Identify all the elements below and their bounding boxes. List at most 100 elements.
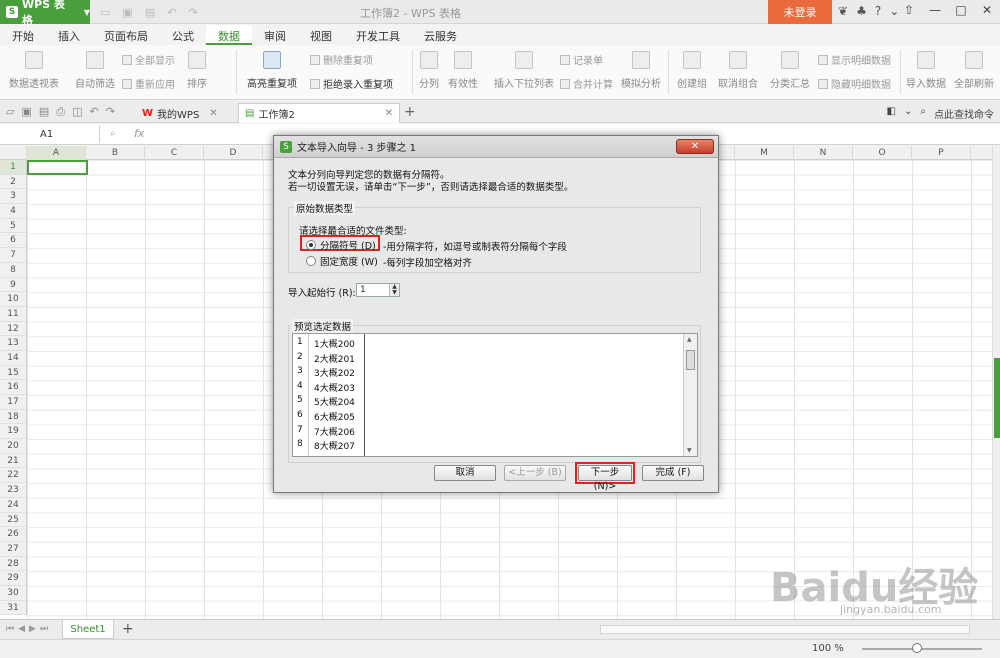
- redo-icon[interactable]: ↷: [188, 6, 197, 19]
- zoom-slider[interactable]: [862, 648, 982, 650]
- d-icon[interactable]: ◧: [887, 106, 896, 121]
- ungroup-button[interactable]: 取消组合: [714, 45, 762, 90]
- app-menu-button[interactable]: S WPS 表格 ▼: [0, 0, 90, 27]
- row-header[interactable]: 5: [0, 219, 26, 234]
- row-header[interactable]: 8: [0, 263, 26, 278]
- vertical-scrollbar[interactable]: [992, 146, 1000, 619]
- reject-duplicates-button[interactable]: 拒绝录入重复项: [310, 76, 393, 91]
- chevron-down-icon[interactable]: ⌄: [904, 106, 912, 121]
- tab-start[interactable]: 开始: [0, 25, 46, 45]
- tab-my-wps[interactable]: W 我的WPS ✕: [136, 103, 224, 123]
- column-header[interactable]: D: [204, 146, 263, 160]
- minimize-icon[interactable]: —: [922, 3, 948, 17]
- row-header[interactable]: 28: [0, 557, 26, 572]
- preview-scroll-thumb[interactable]: [686, 350, 695, 370]
- next-sheet-icon[interactable]: ▶: [29, 624, 36, 634]
- save-icon[interactable]: ▣: [122, 6, 132, 19]
- shirt-icon[interactable]: ♣: [856, 4, 867, 18]
- name-box[interactable]: A1: [0, 125, 100, 143]
- row-header[interactable]: 16: [0, 380, 26, 395]
- cancel-button[interactable]: 取消: [434, 465, 496, 481]
- records-button[interactable]: 记录单: [560, 52, 603, 67]
- preview-area[interactable]: 1 1大概200 2 2大概201 3 3大概202 4 4大概203 5 5大概204 6 6大概2…: [292, 333, 698, 457]
- delete-duplicates-button[interactable]: 删除重复项: [310, 52, 373, 67]
- row-header[interactable]: 9: [0, 278, 26, 293]
- row-header[interactable]: 29: [0, 571, 26, 586]
- spinner-arrows-icon[interactable]: ▲ ▼: [389, 284, 399, 296]
- zoom-slider-handle[interactable]: [912, 643, 922, 653]
- tab-cloud[interactable]: 云服务: [412, 25, 469, 45]
- add-tab-icon[interactable]: +: [404, 104, 416, 120]
- row-header[interactable]: 2: [0, 175, 26, 190]
- pivot-table-button[interactable]: 数据透视表: [6, 45, 62, 90]
- column-header[interactable]: P: [912, 146, 971, 160]
- tab-workbook[interactable]: ▤ 工作簿2 ✕: [238, 103, 400, 123]
- column-header[interactable]: C: [145, 146, 204, 160]
- row-header[interactable]: 22: [0, 468, 26, 484]
- refresh-all-button[interactable]: 全部刷新: [952, 45, 996, 90]
- add-sheet-icon[interactable]: +: [122, 621, 134, 637]
- row-header[interactable]: 10: [0, 292, 26, 307]
- print-preview-icon[interactable]: ◫: [72, 105, 82, 119]
- preview-column-divider[interactable]: [364, 334, 365, 456]
- select-all-corner[interactable]: [0, 146, 27, 160]
- row-header[interactable]: 18: [0, 410, 26, 425]
- close-icon[interactable]: ✕: [385, 108, 393, 119]
- radio-unselected-icon[interactable]: [306, 256, 316, 266]
- row-header[interactable]: 6: [0, 233, 26, 249]
- finish-button[interactable]: 完成 (F): [642, 465, 704, 481]
- prev-sheet-icon[interactable]: ◀: [18, 624, 25, 634]
- dialog-close-button[interactable]: ✕: [676, 139, 714, 154]
- radio-delimited[interactable]: 分隔符号 (D): [306, 238, 376, 252]
- command-search[interactable]: ◧ ⌄ ⌕ 点此查找命令: [887, 106, 994, 121]
- tab-developer[interactable]: 开发工具: [344, 25, 412, 45]
- scroll-down-icon[interactable]: ▼: [687, 447, 692, 454]
- tab-page-layout[interactable]: 页面布局: [92, 25, 160, 45]
- sort-button[interactable]: 排序: [184, 45, 210, 90]
- show-all-button[interactable]: 全部显示: [122, 52, 175, 67]
- row-header[interactable]: 30: [0, 586, 26, 601]
- column-header[interactable]: A: [27, 146, 86, 160]
- help-icon[interactable]: ?: [875, 4, 881, 18]
- side-panel-handle[interactable]: [994, 358, 1000, 438]
- first-sheet-icon[interactable]: ⏮: [6, 624, 14, 634]
- simulate-button[interactable]: 模拟分析: [620, 45, 662, 90]
- highlight-duplicates-button[interactable]: 高亮重复项: [244, 45, 300, 90]
- sheet-tab[interactable]: Sheet1: [62, 620, 114, 639]
- row-header[interactable]: 14: [0, 351, 26, 366]
- column-header[interactable]: M: [735, 146, 794, 160]
- radio-selected-icon[interactable]: [306, 240, 316, 250]
- row-header[interactable]: 20: [0, 439, 26, 454]
- row-header[interactable]: 11: [0, 307, 26, 322]
- fx-icon[interactable]: fx: [134, 127, 144, 140]
- row-header[interactable]: 13: [0, 336, 26, 351]
- restore-ribbon-icon[interactable]: ⇧: [896, 3, 922, 17]
- redo-icon[interactable]: ↷: [106, 105, 115, 119]
- save-icon[interactable]: ▣: [21, 105, 31, 119]
- row-header[interactable]: 3: [0, 189, 26, 205]
- export-pdf-icon[interactable]: ▤: [39, 105, 49, 119]
- start-row-spinner[interactable]: 1 ▲ ▼: [356, 283, 400, 297]
- reapply-button[interactable]: 重新应用: [122, 76, 175, 91]
- row-header[interactable]: 24: [0, 498, 26, 513]
- tab-view[interactable]: 视图: [298, 25, 344, 45]
- next-button[interactable]: 下一步 (N)>: [578, 465, 632, 492]
- split-button[interactable]: 分列: [418, 45, 440, 90]
- skin-icon[interactable]: ❦: [838, 4, 848, 18]
- print-icon[interactable]: ▤: [145, 6, 155, 19]
- column-header[interactable]: B: [86, 146, 145, 160]
- row-header[interactable]: 25: [0, 513, 26, 528]
- print-icon[interactable]: ⎙: [56, 105, 65, 119]
- row-header[interactable]: 4: [0, 204, 26, 219]
- selected-cell[interactable]: [27, 160, 88, 175]
- row-header[interactable]: 31: [0, 601, 26, 616]
- close-icon[interactable]: ✕: [209, 108, 217, 119]
- radio-fixed-width[interactable]: 固定宽度 (W): [306, 254, 378, 268]
- autofilter-button[interactable]: 自动筛选: [72, 45, 118, 90]
- tab-data[interactable]: 数据: [206, 25, 252, 45]
- insert-dropdown-button[interactable]: 插入下拉列表: [494, 45, 554, 90]
- close-icon[interactable]: ✕: [974, 3, 1000, 17]
- row-header[interactable]: 7: [0, 248, 26, 263]
- tab-formula[interactable]: 公式: [160, 25, 206, 45]
- row-header[interactable]: 21: [0, 454, 26, 469]
